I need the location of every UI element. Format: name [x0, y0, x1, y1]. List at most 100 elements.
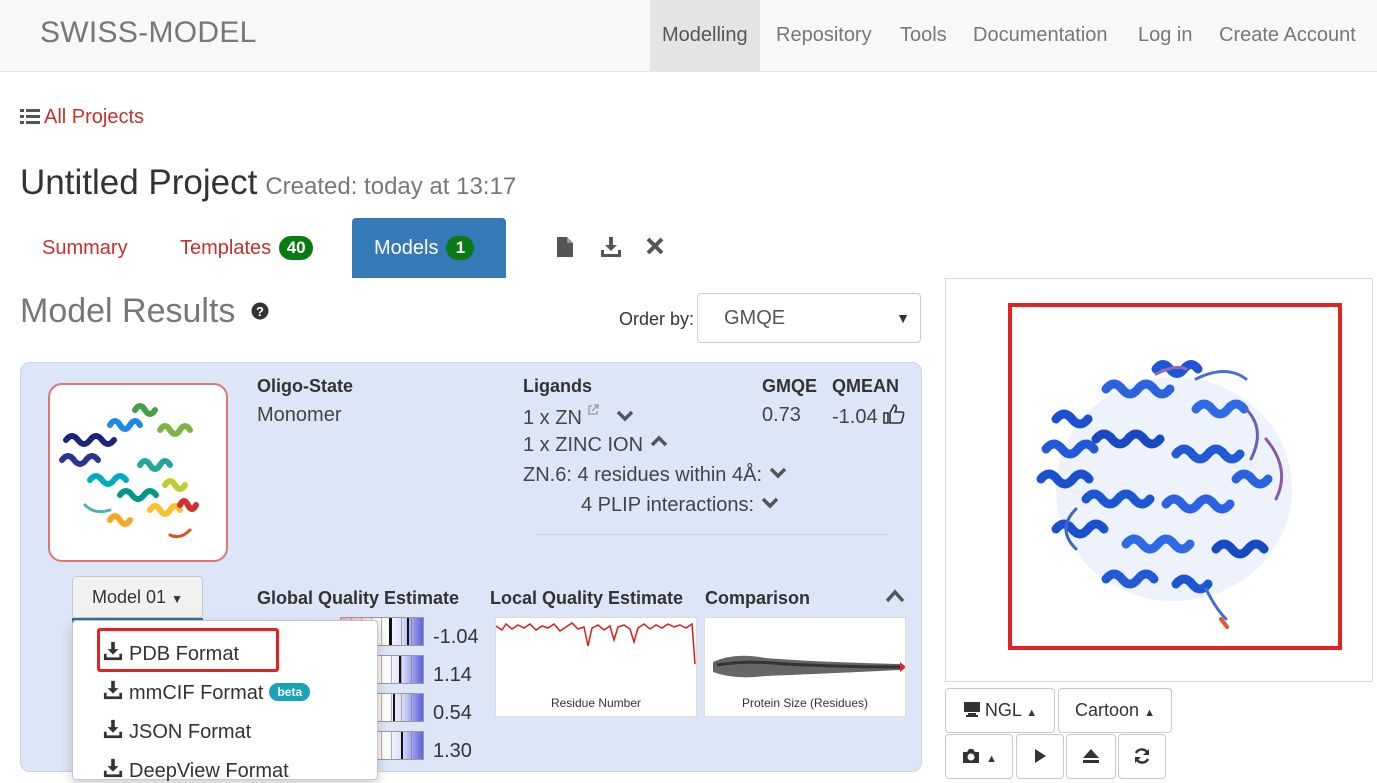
- eject-icon: [1083, 749, 1099, 763]
- ngl-label: NGL: [984, 700, 1022, 720]
- download-icon: [103, 680, 123, 700]
- ligand-item[interactable]: 1 x ZN: [523, 404, 635, 430]
- protein-thumbnail-image: [59, 403, 199, 539]
- help-icon[interactable]: ?: [251, 302, 269, 320]
- pdb-format-highlight: [97, 628, 279, 672]
- comparison-label: Comparison: [705, 588, 811, 608]
- play-button[interactable]: [1016, 734, 1064, 779]
- play-icon: [1035, 749, 1046, 763]
- caret-up-icon: ▲: [1144, 707, 1155, 719]
- gmqe-value: 0.73: [762, 404, 801, 426]
- chevron-down-icon[interactable]: [760, 496, 780, 510]
- caret-down-icon: ▼: [171, 592, 183, 606]
- ligand-name: 1 x ZINC ION: [523, 434, 644, 456]
- cartoon-dropdown-button[interactable]: Cartoon ▲: [1058, 688, 1172, 733]
- project-name: Untitled Project: [20, 163, 258, 202]
- model-results-label: Model Results: [20, 292, 236, 330]
- order-by-value: GMQE: [724, 307, 786, 329]
- quality-value: 1.30: [433, 740, 472, 762]
- model-button-label: Model 01: [92, 587, 167, 607]
- ligand-residues-label: 4 residues within 4Å:: [577, 464, 763, 486]
- tab-summary[interactable]: Summary: [20, 218, 150, 278]
- quality-value: -1.04: [433, 626, 479, 648]
- nav-documentation[interactable]: Documentation: [961, 0, 1120, 72]
- nav-tools[interactable]: Tools: [888, 0, 959, 72]
- templates-count-badge: 40: [279, 236, 314, 260]
- collapse-chevron-up-icon[interactable]: [884, 588, 906, 604]
- brand-logo[interactable]: SWISS-MODEL: [40, 16, 257, 50]
- plip-label: 4 PLIP interactions:: [581, 494, 755, 516]
- quality-value: 0.54: [433, 702, 472, 724]
- ngl-dropdown-button[interactable]: NGL ▲: [945, 688, 1055, 733]
- ligand-zn-label: 1 x ZN: [523, 407, 582, 429]
- menu-item-deepview[interactable]: DeepView Format: [103, 758, 289, 783]
- order-by-select[interactable]: GMQE ▼: [697, 293, 921, 343]
- qmean-label: QMEAN: [832, 376, 899, 396]
- model-results-title: Model Results ?: [20, 292, 269, 331]
- local-quality-label: Local Quality Estimate: [490, 588, 684, 608]
- refresh-icon: [1134, 748, 1150, 764]
- menu-item-json[interactable]: JSON Format: [103, 719, 251, 744]
- monitor-icon: [963, 702, 980, 717]
- comparison-plot-caption: Protein Size (Residues): [741, 696, 869, 710]
- menu-item-json-label: JSON Format: [129, 721, 252, 743]
- nav-login[interactable]: Log in: [1126, 0, 1205, 72]
- ligand-divider: [536, 534, 888, 535]
- thumbs-up-icon: [883, 404, 905, 424]
- project-title: Untitled Project Created: today at 13:17: [20, 163, 516, 203]
- nav-repository[interactable]: Repository: [764, 0, 884, 72]
- comparison-plot[interactable]: Protein Size (Residues): [704, 617, 906, 717]
- external-link-icon[interactable]: [587, 404, 600, 416]
- gmqe-label: GMQE: [762, 376, 818, 396]
- camera-icon: [963, 749, 980, 763]
- caret-up-icon: ▲: [986, 753, 997, 765]
- file-icon[interactable]: [556, 236, 574, 263]
- viewer-highlight: [1008, 303, 1342, 650]
- tab-templates-label: Templates: [180, 237, 272, 259]
- refresh-button[interactable]: [1118, 734, 1166, 779]
- caret-up-icon: ▲: [1026, 707, 1038, 719]
- ligand-site-label: ZN.6:: [523, 464, 572, 486]
- close-icon[interactable]: [646, 236, 664, 261]
- model-thumbnail[interactable]: [48, 383, 228, 562]
- nav-create-account[interactable]: Create Account: [1207, 0, 1368, 72]
- cartoon-label: Cartoon: [1075, 700, 1140, 720]
- oligo-state-value: Monomer: [257, 404, 342, 426]
- ligands-label: Ligands: [523, 376, 593, 396]
- download-icon: [103, 758, 123, 778]
- local-quality-plot[interactable]: Residue Number: [495, 617, 697, 717]
- models-count-badge: 1: [446, 236, 475, 260]
- order-by-label: Order by:: [619, 309, 695, 329]
- menu-item-mmcif[interactable]: mmCIF Format beta: [103, 680, 311, 705]
- quality-value: 1.14: [433, 664, 472, 686]
- all-projects-link[interactable]: All Projects: [20, 106, 144, 129]
- caret-down-icon: ▼: [896, 310, 910, 326]
- chevron-down-icon[interactable]: [615, 409, 635, 423]
- nav-modelling[interactable]: Modelling: [650, 0, 760, 72]
- global-quality-label: Global Quality Estimate: [257, 588, 460, 608]
- menu-item-mmcif-label: mmCIF Format: [129, 682, 264, 704]
- eject-button[interactable]: [1066, 734, 1116, 779]
- download-icon[interactable]: [600, 236, 622, 263]
- chevron-down-icon[interactable]: [768, 466, 788, 480]
- beta-badge: beta: [269, 683, 311, 701]
- download-icon: [103, 719, 123, 739]
- qmean-row: -1.04: [832, 404, 905, 429]
- model-dropdown-button[interactable]: Model 01 ▼: [72, 576, 203, 618]
- oligo-state-label: Oligo-State: [257, 376, 354, 396]
- project-created: Created: today at 13:17: [265, 173, 517, 200]
- tab-templates[interactable]: Templates 40: [158, 218, 335, 278]
- tab-models[interactable]: Models 1: [352, 218, 506, 278]
- list-icon: [20, 109, 40, 124]
- camera-button[interactable]: ▲: [945, 734, 1013, 779]
- ligand-detail[interactable]: 1 x ZINC ION: [523, 434, 669, 457]
- qmean-value: -1.04: [832, 406, 878, 428]
- top-navbar: SWISS-MODEL Modelling Repository Tools D…: [0, 0, 1377, 72]
- plip-row: 4 PLIP interactions:: [581, 494, 780, 517]
- chevron-up-icon[interactable]: [649, 434, 669, 448]
- local-quality-line: [495, 622, 696, 665]
- svg-text:?: ?: [256, 304, 264, 319]
- all-projects-label: All Projects: [44, 106, 145, 128]
- tab-models-label: Models: [374, 237, 439, 259]
- tab-summary-label: Summary: [42, 237, 128, 259]
